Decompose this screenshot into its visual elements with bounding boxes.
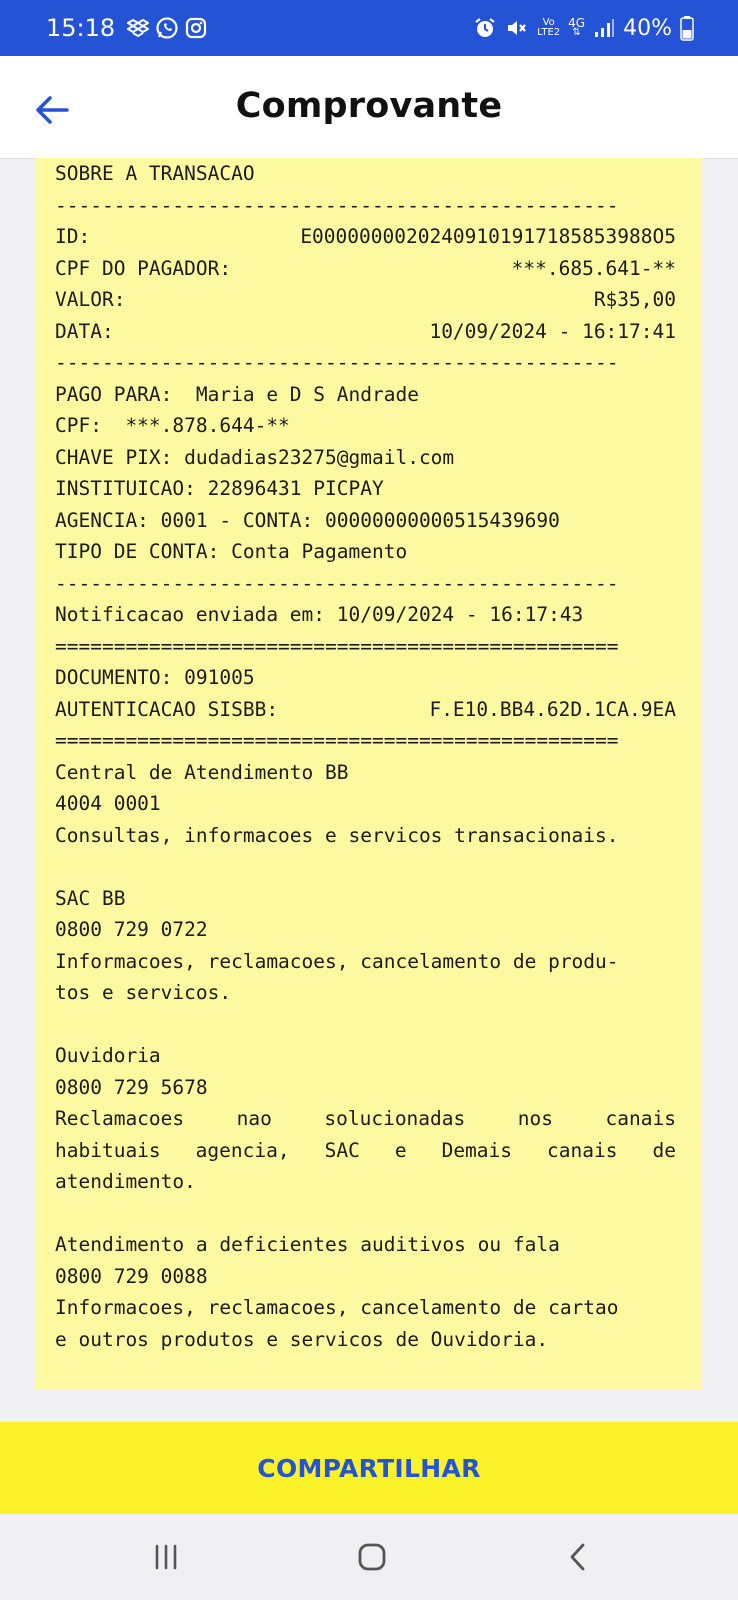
word: e: [394, 1138, 407, 1162]
back-icon: [567, 1542, 589, 1572]
receipt-card: SOBRE A TRANSACAO ----------------------…: [36, 158, 702, 1390]
word: Reclamacoes: [55, 1107, 185, 1130]
section-title: SOBRE A TRANSACAO: [55, 162, 255, 185]
sac-title: SAC BB: [55, 886, 126, 910]
data-row: DATA: 10/09/2024 - 16:17:41: [55, 316, 676, 348]
sac-desc: Informacoes, reclamacoes, cancelamento d…: [55, 949, 619, 973]
word: habituais: [55, 1138, 161, 1162]
central-phone[interactable]: 4004 0001: [55, 788, 676, 820]
page-title: Comprovante: [235, 86, 503, 126]
sac-desc: tos e servicos.: [55, 981, 232, 1004]
ouvidoria-title: Ouvidoria: [55, 1044, 161, 1067]
word: de: [652, 1138, 676, 1162]
dropbox-icon: [127, 18, 150, 38]
valor-row: VALOR: R$35,00: [55, 284, 676, 316]
deficientes-desc: Informacoes, reclamacoes, cancelamento d…: [55, 1296, 619, 1319]
separator-equal: ========================================…: [55, 729, 619, 752]
valor-label: VALOR:: [55, 288, 126, 311]
sac-phone[interactable]: 0800 729 0722: [55, 914, 676, 946]
home-button[interactable]: [342, 1535, 402, 1579]
home-icon: [357, 1542, 387, 1572]
volte-bottom: LTE2: [537, 27, 561, 38]
recent-apps-button[interactable]: [136, 1535, 196, 1579]
deficientes-title: Atendimento a deficientes auditivos ou f…: [55, 1233, 560, 1256]
ouvidoria-desc: Reclamacoes nao solucionadas nos canais: [55, 1103, 676, 1135]
share-button[interactable]: COMPARTILHAR: [0, 1422, 738, 1514]
word: agencia,: [195, 1138, 290, 1162]
nav-back-button[interactable]: [548, 1535, 608, 1579]
chave-pix[interactable]: CHAVE PIX: dudadias23275@gmail.com: [55, 442, 676, 474]
status-bar: 15:18 Vo LTE2 4G ⇅ 40%: [0, 0, 738, 56]
volte-icon: Vo LTE2: [537, 18, 560, 38]
agencia-conta: AGENCIA: 0001 - CONTA: 00000000000515439…: [55, 508, 560, 532]
status-time: 15:18: [46, 14, 116, 42]
battery-percent: 40%: [623, 15, 672, 41]
id-row: ID: E00000000202409101917185853988O5: [55, 221, 676, 253]
system-nav-bar: [0, 1514, 738, 1600]
separator-equal: ========================================…: [55, 634, 619, 658]
id-label: ID:: [55, 225, 91, 248]
alarm-icon: [473, 16, 497, 40]
central-desc: Consultas, informacoes e servicos transa…: [55, 823, 619, 847]
data-label: DATA:: [55, 319, 114, 343]
word: nao: [236, 1107, 272, 1130]
deficientes-phone[interactable]: 0800 729 0088: [55, 1261, 676, 1293]
autenticacao-value: F.E10.BB4.62D.1CA.9EA: [429, 697, 676, 721]
word: canais: [547, 1138, 618, 1162]
autenticacao-row: AUTENTICACAO SISBB: F.E10.BB4.62D.1CA.9E…: [55, 694, 676, 726]
separator-dash: ----------------------------------------…: [55, 193, 619, 217]
recent-apps-icon: [151, 1544, 181, 1570]
cpf-payer-row: CPF DO PAGADOR: ***.685.641-**: [55, 253, 676, 285]
ouvidoria-desc: atendimento.: [55, 1170, 196, 1193]
instagram-icon: [185, 17, 207, 39]
instituicao: INSTITUICAO: 22896431 PICPAY: [55, 477, 384, 500]
id-value: E00000000202409101917185853988O5: [300, 225, 676, 248]
notificacao: Notificacao enviada em: 10/09/2024 - 16:…: [55, 603, 584, 626]
tipo-conta: TIPO DE CONTA: Conta Pagamento: [55, 540, 408, 563]
word: solucionadas: [324, 1107, 466, 1130]
cpf-payee: CPF: ***.878.644-**: [55, 414, 290, 437]
cpf-payer-value: ***.685.641-**: [511, 256, 676, 280]
separator-dash: ----------------------------------------…: [55, 351, 619, 374]
system-icons: Vo LTE2 4G ⇅ 40%: [473, 15, 694, 41]
ouvidoria-desc: habituais agencia, SAC e Demais canais d…: [55, 1135, 676, 1167]
word: Demais: [441, 1138, 513, 1162]
notification-icons: [127, 16, 207, 40]
word: SAC: [324, 1138, 360, 1162]
whatsapp-icon: [155, 16, 179, 40]
app-header: Comprovante: [0, 56, 738, 158]
cpf-payer-label: CPF DO PAGADOR:: [55, 256, 232, 280]
deficientes-desc: e outros produtos e servicos de Ouvidori…: [55, 1327, 549, 1351]
ouvidoria-phone[interactable]: 0800 729 5678: [55, 1072, 676, 1104]
autenticacao-label: AUTENTICACAO SISBB:: [55, 697, 279, 721]
battery-icon: [680, 15, 694, 41]
word: nos: [517, 1107, 553, 1130]
pago-para: PAGO PARA: Maria e D S Andrade: [55, 382, 419, 406]
mute-icon: [505, 16, 529, 40]
data-value: 10/09/2024 - 16:17:41: [429, 319, 676, 343]
signal-icon: [593, 17, 615, 39]
share-label: COMPARTILHAR: [257, 1453, 481, 1483]
central-title: Central de Atendimento BB: [55, 760, 349, 784]
valor-value: R$35,00: [593, 288, 676, 311]
network-gen: 4G ⇅: [568, 16, 586, 38]
word: canais: [605, 1107, 676, 1130]
documento: DOCUMENTO: 091005: [55, 666, 255, 689]
separator-dash: ----------------------------------------…: [55, 571, 619, 595]
